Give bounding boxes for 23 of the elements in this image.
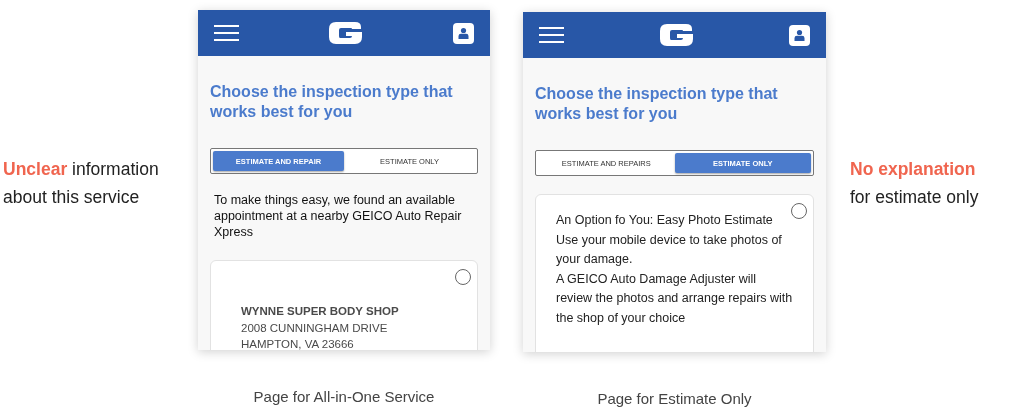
shop-address: 2008 CUNNINGHAM DRIVE [241, 320, 389, 336]
shop-name: WYNNE SUPER BODY SHOP [241, 304, 400, 319]
menu-icon[interactable] [539, 27, 564, 43]
user-icon[interactable] [453, 22, 474, 44]
shop-address: HAMPTON, VA 23666 [241, 337, 355, 350]
option-card[interactable]: WYNNE SUPER BODY SHOP 2008 CUNNINGHAM DRIVE HAMPTON, VA 23666 [210, 260, 478, 350]
screen-caption: Page for Estimate Only [597, 390, 752, 407]
menu-icon[interactable] [214, 25, 239, 41]
radio-button[interactable] [455, 269, 471, 285]
screen-caption: Page for All-in-One Service [253, 388, 435, 405]
annotation-text: Unclear information about this service [3, 158, 160, 209]
logo-icon [328, 21, 364, 45]
page-heading: Choose the inspection type that works best for you [210, 82, 454, 122]
option-card[interactable]: An Option fo You: Easy Photo Estimate Use your mobile device to take photos of your damage. A GEICO Auto Damage Adjuster will review the photos and arrange repairs with the shop of your choice [535, 194, 814, 352]
annotation-text: No explanation for estimate only [850, 158, 980, 209]
option-text: A GEICO Auto Damage Adjuster will review the photos and arrange repairs with the shop of your choice [556, 270, 793, 327]
radio-button[interactable] [791, 203, 807, 219]
option-text: An Option fo You: Easy Photo Estimate [556, 212, 774, 229]
page-heading: Choose the inspection type that works best for you [535, 84, 779, 124]
intro-text: To make things easy, we found an available appointment at a nearby GEICO Auto Repair Xpress [214, 192, 463, 240]
user-icon[interactable] [789, 24, 810, 46]
logo-icon [658, 23, 695, 47]
option-text: Use your mobile device to take photos of your damage. [556, 231, 783, 268]
